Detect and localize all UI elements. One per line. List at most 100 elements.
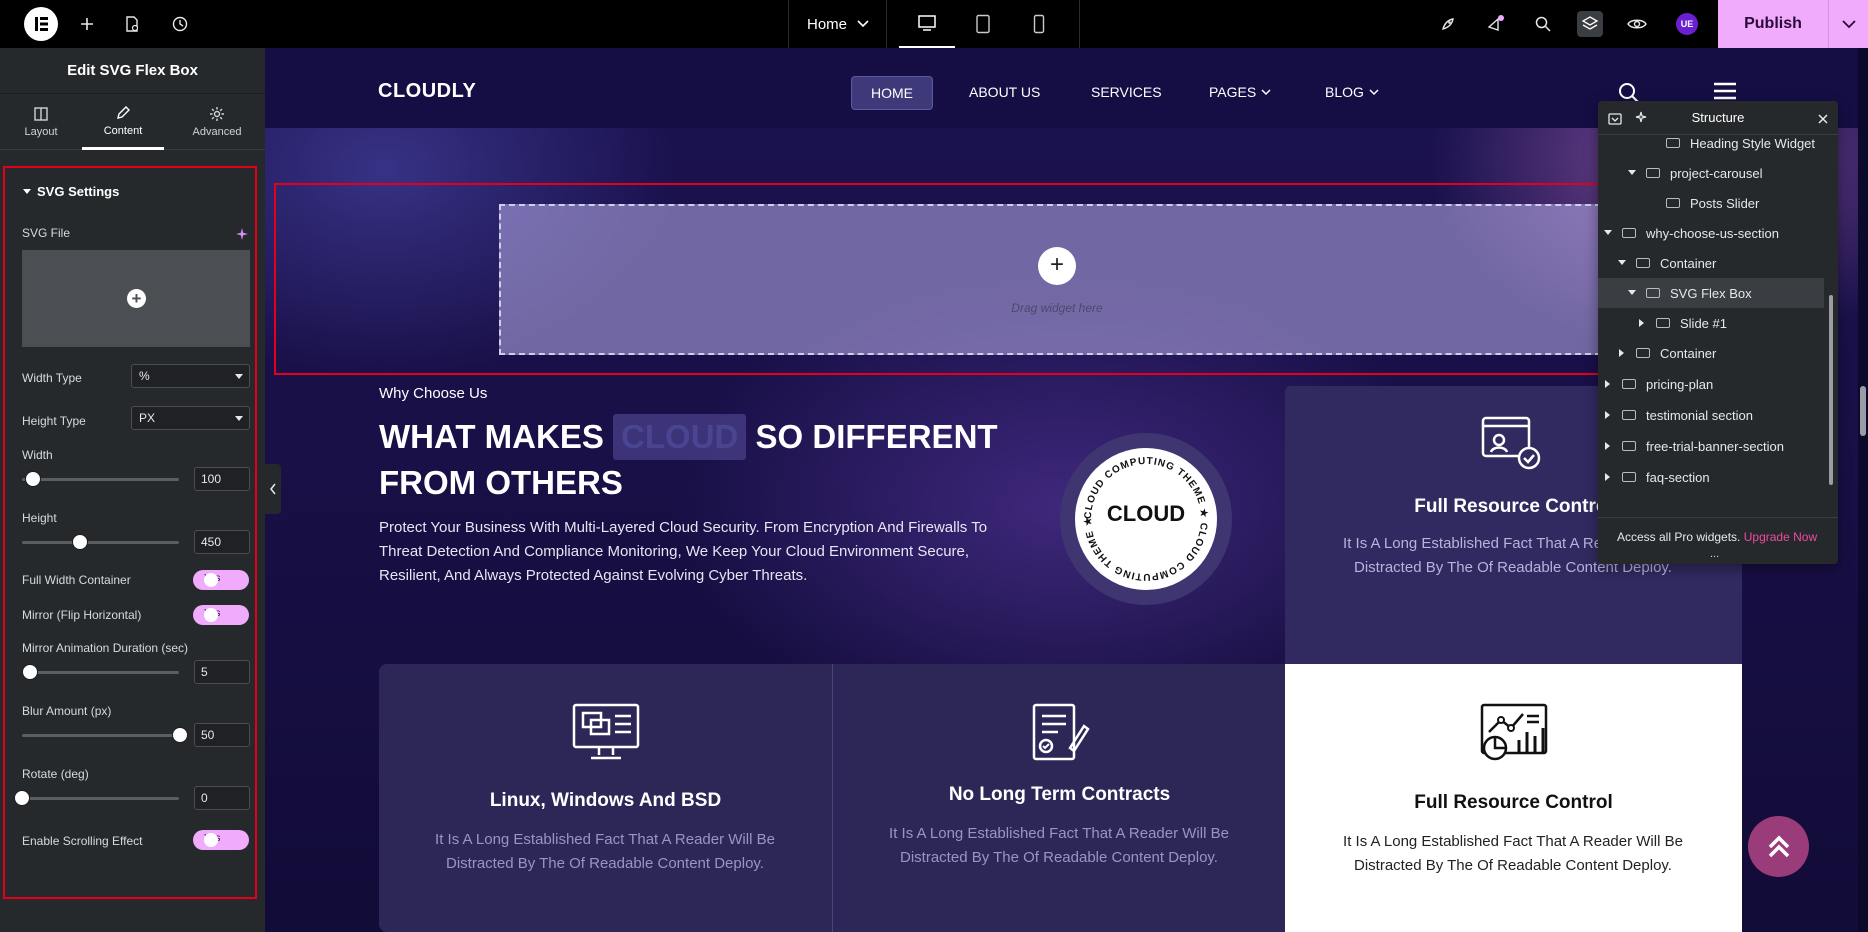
- caret-right-icon[interactable]: [1602, 411, 1614, 419]
- tree-item[interactable]: Heading Style Widget: [1598, 135, 1824, 158]
- add-widget-button[interactable]: +: [1038, 247, 1076, 285]
- caret-right-icon[interactable]: [1602, 442, 1614, 450]
- caret-down-icon[interactable]: [1602, 230, 1614, 236]
- tab-advanced[interactable]: Advanced: [176, 94, 258, 150]
- mirror-duration-input[interactable]: 5: [194, 660, 250, 684]
- tree-item[interactable]: free-trial-banner-section: [1598, 431, 1824, 461]
- tree-item[interactable]: Slide #1: [1598, 308, 1824, 338]
- width-type-select[interactable]: %: [131, 364, 250, 388]
- width-slider-handle[interactable]: [25, 471, 41, 487]
- nav-blog[interactable]: BLOG: [1325, 84, 1379, 100]
- caret-right-icon[interactable]: [1616, 349, 1628, 357]
- chevron-left-icon: [270, 483, 276, 495]
- rotate-slider[interactable]: [22, 797, 179, 800]
- analytics-icon: [1479, 702, 1549, 764]
- mirror-toggle[interactable]: Yes: [193, 605, 249, 625]
- tab-layout[interactable]: Layout: [0, 94, 82, 150]
- tree-item[interactable]: Container: [1598, 248, 1824, 278]
- container-icon: [1656, 318, 1670, 328]
- ai-sparkle-icon[interactable]: [236, 227, 248, 245]
- nav-pages[interactable]: PAGES: [1209, 84, 1271, 100]
- feature-card-contracts: No Long Term Contracts It Is A Long Esta…: [832, 664, 1285, 932]
- card-title: Full Resource Control: [1414, 792, 1613, 813]
- nav-about[interactable]: ABOUT US: [969, 84, 1040, 100]
- tree-item[interactable]: project-carousel: [1598, 158, 1824, 188]
- mirror-duration-slider-handle[interactable]: [22, 664, 38, 680]
- publish-button[interactable]: Publish: [1718, 0, 1828, 48]
- notifications-icon[interactable]: [1482, 11, 1508, 37]
- blur-slider-handle[interactable]: [172, 727, 188, 743]
- container-icon: [1636, 348, 1650, 358]
- nav-services-label: SERVICES: [1091, 84, 1162, 100]
- why-choose-heading: WHAT MAKES CLOUD SO DIFFERENT FROM OTHER…: [379, 414, 999, 506]
- svg-settings-section: SVG Settings SVG File + Width Type % Hei…: [3, 166, 257, 899]
- tab-content[interactable]: Content: [82, 94, 164, 150]
- page-settings-icon[interactable]: [120, 12, 144, 36]
- svg-settings-toggle[interactable]: SVG Settings: [23, 184, 119, 199]
- caret-down-icon[interactable]: [1626, 170, 1638, 176]
- site-logo[interactable]: CLOUDLY: [378, 80, 476, 103]
- blur-slider[interactable]: [22, 734, 179, 737]
- tree-item-label: free-trial-banner-section: [1646, 438, 1785, 454]
- tree-item-selected[interactable]: SVG Flex Box: [1598, 278, 1824, 308]
- resize-handle[interactable]: ...: [1710, 548, 1719, 560]
- mirror-duration-slider[interactable]: [22, 671, 179, 674]
- tree-item-label: Container: [1660, 345, 1717, 361]
- nav-home-label: HOME: [871, 85, 913, 101]
- computer-icon: [571, 702, 641, 764]
- why-choose-subtitle: Why Choose Us: [379, 385, 488, 402]
- structure-scrollbar[interactable]: [1826, 135, 1836, 517]
- elementor-logo-icon[interactable]: [24, 7, 58, 41]
- full-width-toggle[interactable]: Yes: [193, 570, 249, 590]
- add-element-icon[interactable]: [75, 12, 99, 36]
- height-slider-handle[interactable]: [72, 534, 88, 550]
- heading-highlight: CLOUD: [613, 414, 747, 460]
- structure-layers-icon[interactable]: [1577, 11, 1603, 37]
- tree-item-label: Heading Style Widget: [1690, 135, 1816, 151]
- blur-input[interactable]: 50: [194, 723, 250, 747]
- scrolling-effect-label: Enable Scrolling Effect: [22, 834, 143, 848]
- height-input[interactable]: 450: [194, 530, 250, 554]
- page-scrollbar[interactable]: [1858, 48, 1868, 932]
- nav-services[interactable]: SERVICES: [1091, 84, 1162, 100]
- width-input[interactable]: 100: [194, 467, 250, 491]
- caret-right-icon[interactable]: [1602, 380, 1614, 388]
- caret-right-icon[interactable]: [1602, 473, 1614, 481]
- caret-down-icon[interactable]: [1626, 290, 1638, 296]
- close-icon[interactable]: [1817, 112, 1829, 130]
- height-slider[interactable]: [22, 541, 179, 544]
- tree-item[interactable]: Container: [1598, 338, 1824, 368]
- tree-item-label: faq-section: [1646, 469, 1710, 485]
- rotate-input[interactable]: 0: [194, 786, 250, 810]
- tree-item[interactable]: why-choose-us-section: [1598, 218, 1824, 248]
- publish-options-button[interactable]: [1828, 0, 1868, 48]
- svg-file-upload[interactable]: +: [22, 250, 250, 347]
- tree-item[interactable]: testimonial section: [1598, 400, 1824, 430]
- tablet-icon[interactable]: [955, 0, 1011, 48]
- upgrade-now-link[interactable]: Upgrade Now: [1744, 530, 1817, 544]
- chevron-down-icon: [1261, 88, 1271, 95]
- scroll-to-top-button[interactable]: [1748, 816, 1809, 877]
- rocket-icon[interactable]: [1435, 11, 1461, 37]
- structure-scrollbar-thumb[interactable]: [1829, 295, 1833, 485]
- page-selector[interactable]: Home: [788, 0, 886, 48]
- rotate-slider-handle[interactable]: [14, 790, 30, 806]
- panel-collapse-handle[interactable]: [265, 464, 281, 514]
- page-scrollbar-thumb[interactable]: [1860, 386, 1866, 436]
- width-slider[interactable]: [22, 478, 179, 481]
- search-icon[interactable]: [1530, 11, 1556, 37]
- preview-eye-icon[interactable]: [1624, 11, 1650, 37]
- user-avatar[interactable]: UE: [1676, 13, 1698, 35]
- nav-home[interactable]: HOME: [851, 76, 933, 110]
- caret-down-icon[interactable]: [1616, 260, 1628, 266]
- scrolling-effect-toggle[interactable]: Yes: [193, 830, 249, 850]
- height-type-select[interactable]: PX: [131, 406, 250, 430]
- tree-item[interactable]: faq-section: [1598, 462, 1824, 492]
- history-icon[interactable]: [168, 12, 192, 36]
- mobile-icon[interactable]: [1011, 0, 1067, 48]
- caret-right-icon[interactable]: [1636, 319, 1648, 327]
- tree-item[interactable]: pricing-plan: [1598, 369, 1824, 399]
- desktop-icon[interactable]: [899, 0, 955, 48]
- panel-tabs: Layout Content Advanced: [0, 94, 265, 150]
- tree-item[interactable]: Posts Slider: [1598, 188, 1824, 218]
